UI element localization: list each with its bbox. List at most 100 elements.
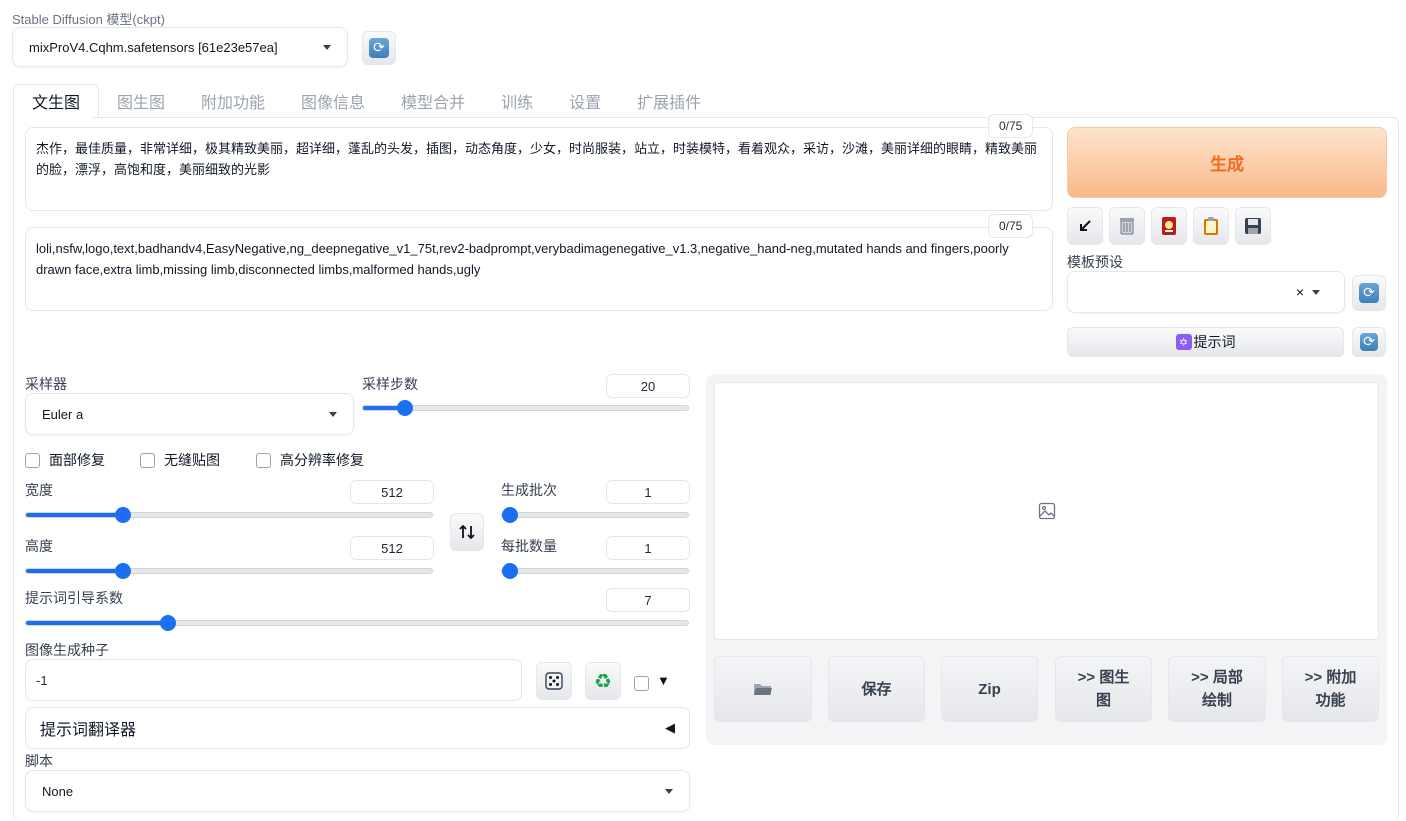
hires-fix-label: 高分辨率修复: [280, 452, 364, 468]
refresh-model-button[interactable]: ⟳: [362, 31, 396, 65]
read-params-button[interactable]: [1067, 207, 1103, 245]
open-folder-button[interactable]: [714, 656, 812, 722]
chevron-down-icon: [329, 411, 337, 417]
prompt-textarea[interactable]: 杰作，最佳质量，非常详细，极其精致美丽，超详细，蓬乱的头发，插图，动态角度，少女…: [25, 127, 1053, 211]
triangle-left-icon: ◀: [665, 720, 675, 735]
height-label: 高度: [25, 538, 53, 554]
chevron-down-icon: [665, 788, 673, 794]
cfg-input[interactable]: 7: [606, 588, 690, 612]
batch-count-input[interactable]: 1: [606, 480, 690, 504]
clear-prompt-button[interactable]: [1109, 207, 1145, 245]
script-dropdown[interactable]: None: [25, 770, 690, 812]
recycle-icon: ♻: [594, 669, 612, 693]
random-seed-button[interactable]: [536, 662, 572, 700]
star-icon: ✡: [1175, 334, 1192, 350]
tab-checkpoint-merger[interactable]: 模型合并: [383, 84, 483, 118]
prompt-text: 杰作，最佳质量，非常详细，极其精致美丽，超详细，蓬乱的头发，插图，动态角度，少女…: [36, 141, 1038, 177]
translator-accordion[interactable]: 提示词翻译器 ◀: [25, 707, 690, 749]
tab-train[interactable]: 训练: [483, 84, 551, 118]
batch-count-slider[interactable]: [501, 507, 689, 523]
tiling-checkbox[interactable]: 无缝贴图: [140, 450, 220, 470]
save-style-button[interactable]: [1235, 207, 1271, 245]
dice-icon: [545, 672, 563, 690]
refresh-icon: ⟳: [1359, 283, 1379, 303]
width-slider[interactable]: [25, 507, 433, 523]
tab-png-info[interactable]: 图像信息: [283, 84, 383, 118]
extra-seed-checkbox[interactable]: [634, 676, 649, 691]
sampler-label: 采样器: [25, 376, 67, 392]
folder-icon: [754, 684, 772, 695]
extra-networks-button[interactable]: [1151, 207, 1187, 245]
swap-dimensions-button[interactable]: [450, 513, 484, 551]
swap-icon: [459, 524, 475, 540]
translator-label: 提示词翻译器: [40, 722, 137, 739]
script-value: None: [42, 783, 74, 799]
checkbox-box[interactable]: [140, 452, 155, 468]
refresh-styles-button[interactable]: ⟳: [1352, 275, 1386, 311]
height-slider[interactable]: [25, 563, 433, 579]
styles-dropdown[interactable]: ×: [1067, 271, 1345, 313]
checkbox-box[interactable]: [256, 452, 271, 468]
tab-bar: 文生图 图生图 附加功能 图像信息 模型合并 训练 设置 扩展插件: [13, 84, 719, 118]
seed-label: 图像生成种子: [25, 642, 109, 658]
send-to-extras-button[interactable]: >> 附加功能: [1282, 656, 1379, 722]
model-label: Stable Diffusion 模型(ckpt): [12, 12, 165, 27]
slider-thumb[interactable]: [502, 563, 518, 579]
trash-icon: [1120, 218, 1134, 235]
negative-prompt-text: loli,nsfw,logo,text,badhandv4,EasyNegati…: [36, 241, 1009, 277]
generate-label: 生成: [1210, 155, 1244, 174]
zip-button[interactable]: Zip: [941, 656, 1038, 722]
tab-settings[interactable]: 设置: [551, 84, 619, 118]
reuse-seed-button[interactable]: ♻: [585, 662, 621, 700]
tab-extras[interactable]: 附加功能: [183, 84, 283, 118]
sampler-dropdown[interactable]: Euler a: [25, 393, 354, 435]
seed-input[interactable]: -1: [25, 659, 522, 701]
styles-label: 模板预设: [1067, 254, 1123, 270]
send-to-inpaint-button[interactable]: >> 局部绘制: [1168, 656, 1266, 722]
batch-size-input[interactable]: 1: [606, 536, 690, 560]
refresh-prompt-helper-button[interactable]: ⟳: [1352, 327, 1386, 357]
tab-txt2img[interactable]: 文生图: [13, 84, 100, 118]
negative-prompt-token-counter: 0/75: [988, 214, 1034, 238]
generate-button[interactable]: 生成: [1067, 127, 1387, 198]
batch-size-label: 每批数量: [501, 538, 557, 554]
prompt-helper-label: 提示词: [1193, 334, 1236, 350]
sampler-value: Euler a: [42, 406, 84, 422]
clear-styles-icon[interactable]: ×: [1296, 284, 1304, 300]
cfg-slider[interactable]: [25, 615, 689, 631]
save-icon: [1245, 218, 1261, 234]
hires-fix-checkbox[interactable]: 高分辨率修复: [256, 450, 364, 470]
output-gallery: [714, 382, 1379, 640]
slider-thumb[interactable]: [502, 507, 518, 523]
tab-joiner: [14, 116, 93, 118]
refresh-icon: ⟳: [369, 38, 389, 58]
script-label: 脚本: [25, 753, 53, 769]
prompt-helper-button[interactable]: ✡ 提示词: [1067, 327, 1344, 357]
image-placeholder-icon: [1038, 502, 1055, 520]
width-input[interactable]: 512: [350, 480, 434, 504]
steps-slider[interactable]: [362, 400, 689, 416]
height-input[interactable]: 512: [350, 536, 434, 560]
tab-extensions[interactable]: 扩展插件: [619, 84, 719, 118]
card-icon: [1162, 217, 1176, 235]
width-label: 宽度: [25, 482, 53, 498]
checkbox-box[interactable]: [25, 452, 40, 468]
model-selected: mixProV4.Cqhm.safetensors [61e23e57ea]: [29, 39, 278, 55]
chevron-down-icon: [323, 44, 331, 50]
send-to-img2img-button[interactable]: >> 图生图: [1055, 656, 1152, 722]
save-button[interactable]: 保存: [828, 656, 925, 722]
model-dropdown[interactable]: mixProV4.Cqhm.safetensors [61e23e57ea]: [12, 27, 348, 67]
chevron-down-icon: [1312, 289, 1320, 295]
prompt-token-counter: 0/75: [988, 114, 1034, 138]
steps-label: 采样步数: [362, 376, 418, 392]
triangle-down-icon: ▼: [657, 673, 670, 688]
batch-size-slider[interactable]: [501, 563, 689, 579]
apply-style-button[interactable]: [1193, 207, 1229, 245]
negative-prompt-textarea[interactable]: loli,nsfw,logo,text,badhandv4,EasyNegati…: [25, 227, 1053, 311]
seed-value: -1: [36, 672, 48, 688]
tab-img2img[interactable]: 图生图: [99, 84, 183, 118]
tiling-label: 无缝贴图: [164, 452, 220, 468]
steps-input[interactable]: 20: [606, 374, 690, 398]
batch-count-label: 生成批次: [501, 482, 557, 498]
restore-faces-checkbox[interactable]: 面部修复: [25, 450, 105, 470]
